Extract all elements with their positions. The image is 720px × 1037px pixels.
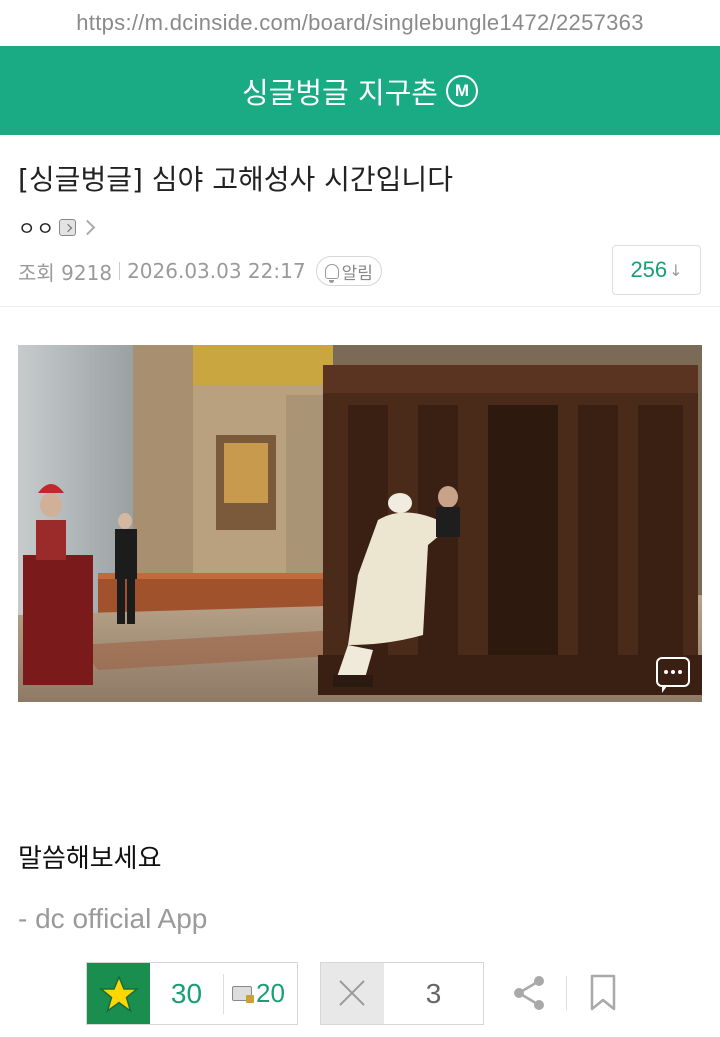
star-icon[interactable] [87,963,150,1024]
gallery-header: 싱글벙글 지구촌 M [0,46,720,135]
dot [671,670,675,674]
minor-gallery-badge-icon: M [445,74,478,107]
dot [678,670,682,674]
meta-divider [119,262,121,280]
gallery-title[interactable]: 싱글벙글 지구촌 [242,70,438,112]
downvote-button[interactable]: 3 [320,962,484,1025]
post-meta: 조회 9218 2026.03.03 22:17 알림 [18,253,382,289]
fixed-recommend-count: 20 [256,978,285,1008]
comment-count-button[interactable]: 256 ↓ [612,245,701,295]
share-icon[interactable] [510,974,548,1012]
post-body-text: 말씀해보세요 [18,844,162,874]
post-image[interactable] [18,345,702,702]
comment-count: 256 [630,257,668,282]
comment-icon[interactable] [656,657,690,693]
writer-info[interactable]: ㅇㅇ [18,212,96,242]
notify-button[interactable]: 알림 [315,256,382,286]
bookmark-icon[interactable] [588,974,618,1012]
notify-label: 알림 [341,263,373,284]
divider [0,306,720,307]
fixed-user-icon [232,986,254,1003]
post-datetime: 2026.03.03 22:17 [127,259,306,283]
fixed-recommend: 20 [224,963,285,1024]
recommend-count: 30 [170,977,203,1009]
recommend-button[interactable]: 30 20 [86,962,298,1025]
divider [566,976,567,1010]
post-signature: - dc official App [18,903,208,934]
browser-url-bar[interactable]: https://m.dcinside.com/board/singlebungl… [0,0,720,46]
chevron-right-icon [79,219,96,235]
down-arrow-icon: ↓ [669,260,683,280]
bell-icon [324,263,339,283]
writer-name: ㅇㅇ [18,218,55,240]
x-icon[interactable] [321,963,384,1024]
downvote-count: 3 [425,977,442,1009]
url-text: https://m.dcinside.com/board/singlebungl… [76,10,644,35]
post-title: [싱글벙글] 심야 고해성사 시간입니다 [18,163,453,196]
writer-icon [58,218,76,236]
view-count: 조회 9218 [18,260,113,285]
dot [664,670,668,674]
